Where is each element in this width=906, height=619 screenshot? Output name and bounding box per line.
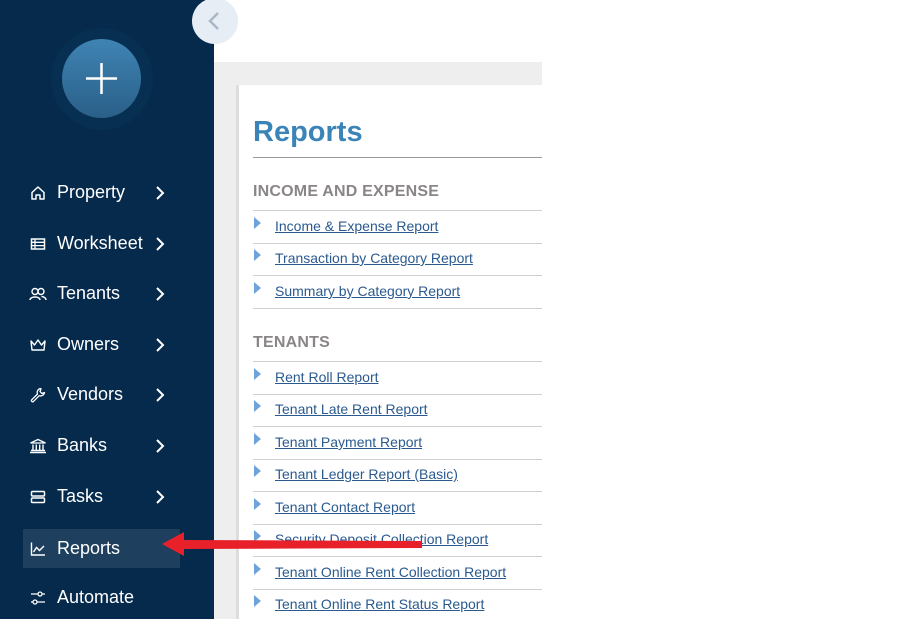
sidebar-item-label: Banks	[57, 435, 108, 455]
divider	[253, 275, 542, 276]
section-heading-income-expense: INCOME AND EXPENSE	[253, 183, 440, 200]
chart-icon	[29, 540, 47, 558]
divider	[253, 308, 542, 309]
sidebar-item-property[interactable]: Property	[23, 173, 180, 212]
report-link-label[interactable]: Transaction by Category Report	[275, 250, 473, 266]
sidebar-item-label: Property	[57, 182, 126, 202]
divider	[253, 459, 542, 460]
chevron-right-icon[interactable]	[153, 488, 167, 506]
sidebar-item-banks[interactable]: Banks	[23, 426, 180, 465]
annotation-arrow-icon	[162, 532, 422, 556]
sidebar-item-reports[interactable]: Reports	[23, 529, 180, 568]
users-icon	[29, 285, 47, 303]
sidebar-item-tenants[interactable]: Tenants	[23, 274, 180, 313]
report-link[interactable]: Tenant Ledger Report (Basic)	[253, 462, 542, 486]
caret-right-icon	[254, 217, 261, 229]
tasks-icon	[29, 488, 47, 506]
report-link[interactable]: Tenant Late Rent Report	[253, 397, 542, 421]
sidebar-item-label: Vendors	[57, 384, 124, 404]
sidebar-item-automate[interactable]: Automate	[23, 578, 180, 617]
divider	[253, 210, 542, 211]
divider	[253, 524, 542, 525]
chevron-right-icon[interactable]	[153, 285, 167, 303]
chevron-right-icon[interactable]	[153, 184, 167, 202]
report-link-label[interactable]: Tenant Contact Report	[275, 499, 415, 515]
sidebar-item-owners[interactable]: Owners	[23, 325, 180, 364]
report-link-label[interactable]: Tenant Late Rent Report	[275, 401, 428, 417]
report-link-label[interactable]: Rent Roll Report	[275, 369, 379, 385]
add-button[interactable]	[62, 39, 141, 118]
sidebar-item-label: Reports	[57, 538, 121, 558]
report-link-label[interactable]: Summary by Category Report	[275, 283, 460, 299]
chevron-right-icon[interactable]	[153, 336, 167, 354]
sidebar-item-label: Automate	[57, 587, 135, 607]
section-heading-tenants: TENANTS	[253, 334, 330, 351]
sidebar-item-label: Tasks	[57, 486, 104, 506]
title-divider	[253, 157, 542, 158]
caret-right-icon	[254, 563, 261, 575]
wrench-icon	[29, 386, 47, 404]
bank-icon	[29, 437, 47, 455]
sidebar-item-worksheet[interactable]: Worksheet	[23, 224, 180, 263]
caret-right-icon	[254, 433, 261, 445]
caret-right-icon	[254, 400, 261, 412]
sidebar-item-label: Worksheet	[57, 233, 143, 253]
report-link[interactable]: Tenant Online Rent Status Report	[253, 592, 542, 616]
sidebar-item-label: Tenants	[57, 283, 121, 303]
app-root: Property Worksheet Tenants Owners Vendor…	[0, 0, 906, 619]
sidebar-item-tasks[interactable]: Tasks	[23, 477, 180, 516]
divider	[253, 394, 542, 395]
sidebar-item-vendors[interactable]: Vendors	[23, 375, 180, 414]
sidebar: Property Worksheet Tenants Owners Vendor…	[0, 0, 214, 619]
chevron-right-icon[interactable]	[153, 386, 167, 404]
divider	[253, 361, 542, 362]
chevron-right-icon[interactable]	[153, 235, 167, 253]
caret-right-icon	[254, 368, 261, 380]
divider	[253, 243, 542, 244]
table-icon	[29, 235, 47, 253]
caret-right-icon	[254, 595, 261, 607]
home-icon	[29, 184, 47, 202]
report-link[interactable]: Tenant Contact Report	[253, 495, 542, 519]
report-link[interactable]: Tenant Online Rent Collection Report	[253, 560, 542, 584]
sliders-icon	[29, 589, 47, 607]
report-link-label[interactable]: Tenant Payment Report	[275, 434, 422, 450]
report-link-label[interactable]: Tenant Online Rent Status Report	[275, 596, 484, 612]
caret-right-icon	[254, 498, 261, 510]
divider	[253, 589, 542, 590]
caret-right-icon	[254, 249, 261, 261]
report-link[interactable]: Income & Expense Report	[253, 214, 542, 238]
report-link[interactable]: Transaction by Category Report	[253, 246, 542, 270]
collapse-sidebar-button[interactable]	[192, 0, 238, 44]
sidebar-item-label: Owners	[57, 334, 120, 354]
report-link-label[interactable]: Income & Expense Report	[275, 218, 438, 234]
caret-right-icon	[254, 282, 261, 294]
report-link[interactable]: Rent Roll Report	[253, 365, 542, 389]
report-link[interactable]: Summary by Category Report	[253, 279, 542, 303]
report-link[interactable]: Tenant Payment Report	[253, 430, 542, 454]
report-link-label[interactable]: Tenant Online Rent Collection Report	[275, 564, 506, 580]
crown-icon	[29, 336, 47, 354]
chevron-right-icon[interactable]	[153, 437, 167, 455]
divider	[253, 426, 542, 427]
caret-right-icon	[254, 465, 261, 477]
page-title: Reports	[253, 116, 363, 148]
report-link-label[interactable]: Tenant Ledger Report (Basic)	[275, 466, 458, 482]
divider	[253, 491, 542, 492]
